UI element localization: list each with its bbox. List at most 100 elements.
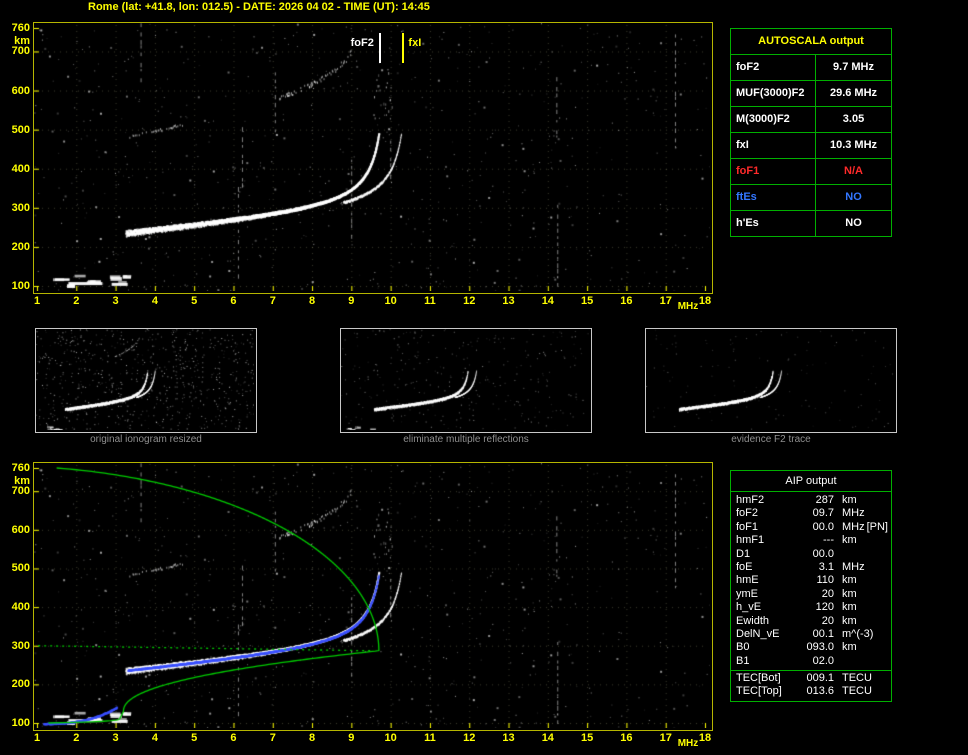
param-label: B0 (736, 641, 750, 654)
aip-row-tec-top: TEC[Top] 013.6 TECU (731, 685, 891, 698)
x-axis-tick-label: 11 (424, 732, 436, 744)
y-axis-unit-label: km (14, 475, 30, 487)
param-label: DelN_vE (736, 627, 780, 640)
x-axis-tick-label: 11 (424, 295, 436, 307)
aip-table-rows: hmF2 287 km foF2 09.7 MHz foF1 00.0 MHz [PN] hmF1-… (731, 492, 891, 670)
param-unit: MHz (842, 507, 865, 520)
param-unit: TECU (842, 672, 872, 685)
x-axis-tick-label: 12 (463, 732, 476, 744)
param-unit: km (842, 614, 857, 627)
y-axis-tick-label: 300 (11, 639, 30, 652)
autoscala-output-table: AUTOSCALA output foF2 9.7 MHz MUF(3000)F2 2… (730, 28, 892, 237)
param-unit: MHz (842, 520, 865, 533)
ionogram-main-plot: 760 700 600 500 400 300 200 100 km 1 2 3 4 5 6 7 8 9 10 11 1… (12, 22, 713, 312)
x-axis-tick-label: 13 (502, 732, 515, 744)
param-value: NO (845, 191, 862, 203)
param-label: hmE (736, 574, 759, 587)
aip-row-hmf2: hmF2 287 km (731, 494, 891, 507)
autoscala-row-ftes: ftEs NO (731, 185, 891, 211)
param-unit (834, 548, 842, 561)
thumb-caption-original: original ionogram resized (90, 434, 202, 445)
aip-row-fof2: foF2 09.7 MHz (731, 507, 891, 520)
param-label: h'Es (731, 211, 816, 236)
param-value: 013.6 (806, 685, 834, 698)
aip-row-deln-ve: DelN_vE 00.1 m^(-3) (731, 628, 891, 641)
param-unit: km (842, 534, 857, 547)
y-axis-tick-label: 500 (11, 562, 30, 575)
y-axis-tick-label: 100 (11, 717, 30, 729)
x-axis-tick-label: 17 (659, 732, 672, 744)
thumb-caption-eliminate: eliminate multiple reflections (403, 434, 529, 445)
param-value: 00.1 (812, 627, 834, 640)
x-axis-tick-label: 2 (73, 732, 80, 744)
thumb-original-ionogram (35, 328, 257, 433)
aip-output-table: AIP output hmF2 287 km foF2 09.7 MHz foF1 00.0 M… (730, 470, 892, 702)
y-axis-tick-label: 500 (11, 123, 30, 136)
fof2-marker-label: foF2 (350, 37, 374, 49)
y-axis-tick-label: 400 (11, 162, 30, 175)
x-axis-unit-label: MHz (677, 738, 699, 749)
x-axis-tick-label: 6 (230, 295, 237, 307)
x-axis-tick-label: 9 (348, 732, 355, 744)
x-axis-tick-label: 18 (698, 295, 712, 307)
param-label: hmF1 (736, 534, 765, 547)
autoscala-table-rows: foF2 9.7 MHz MUF(3000)F2 29.6 MHz M(3000)F2 3… (731, 55, 891, 236)
param-value: 093.0 (806, 641, 834, 654)
param-value: --- (823, 534, 834, 547)
thumb-eliminate-reflections (340, 328, 592, 433)
aip-row-foe: foE 3.1 MHz (731, 561, 891, 574)
x-axis-tick-label: 15 (580, 732, 594, 744)
y-axis-tick-label: 200 (11, 678, 30, 691)
param-label: MUF(3000)F2 (731, 81, 816, 106)
param-value: 3.05 (842, 113, 865, 125)
param-value: 10.3 MHz (829, 139, 878, 151)
param-label: foE (736, 560, 753, 573)
autoscala-row-h-es: h'Es NO (731, 211, 891, 236)
y-axis-unit-label: km (14, 35, 30, 47)
aip-row-b1: B1 02.0 (731, 655, 891, 668)
x-axis-tick-label: 17 (659, 295, 672, 307)
autoscala-table-title: AUTOSCALA output (731, 29, 891, 55)
param-unit: m^(-3) (842, 627, 874, 640)
x-axis-tick-label: 8 (308, 732, 316, 744)
param-value: 20 (821, 587, 834, 600)
thumb-evidence-canvas (646, 329, 894, 430)
param-label: D1 (736, 547, 751, 560)
x-axis-tick-label: 7 (269, 295, 276, 307)
thumb-original-canvas (36, 329, 254, 430)
param-label: hmF2 (736, 494, 765, 506)
thumb-caption-evidence: evidence F2 trace (731, 434, 811, 445)
aip-row-h-ve: h_vE 120 km (731, 601, 891, 614)
fxi-marker-line (402, 33, 405, 63)
aip-row-hmf1: hmF1 --- km (731, 534, 891, 547)
param-label: fxI (731, 133, 816, 158)
param-label: foF2 (731, 55, 816, 80)
x-axis-tick-label: 8 (308, 295, 316, 307)
x-axis-tick-label: 14 (541, 295, 554, 307)
param-value: 20 (821, 614, 834, 627)
param-label: foF1 (736, 520, 759, 533)
param-label: ftEs (731, 185, 816, 210)
aip-table-title: AIP output (731, 471, 891, 492)
param-label: TEC[Bot] (736, 672, 781, 685)
param-value: NO (845, 217, 862, 229)
x-axis-tick-label: 10 (384, 732, 397, 744)
x-axis-tick-label: 2 (73, 295, 80, 307)
param-label: h_vE (736, 601, 762, 614)
x-axis-tick-label: 6 (230, 732, 237, 744)
x-axis-tick-label: 5 (191, 295, 198, 307)
param-value: 00.0 (812, 520, 834, 533)
autoscala-row-fxi: fxI 10.3 MHz (731, 133, 891, 159)
x-axis-tick-label: 1 (33, 732, 41, 744)
y-axis-tick-label: 700 (11, 485, 30, 498)
aip-row-fof1: foF1 00.0 MHz [PN] (731, 521, 891, 534)
fxi-marker-label: fxI (408, 37, 422, 49)
x-axis-tick-label: 5 (191, 732, 198, 744)
y-axis-tick-label: 400 (11, 601, 30, 614)
param-unit: km (842, 574, 857, 587)
x-axis-tick-label: 15 (580, 295, 594, 307)
aip-row-yme: ymE 20 km (731, 588, 891, 601)
x-axis-tick-label: 9 (348, 295, 355, 307)
x-axis-unit-label: MHz (677, 301, 699, 312)
param-value: 120 (815, 601, 834, 614)
